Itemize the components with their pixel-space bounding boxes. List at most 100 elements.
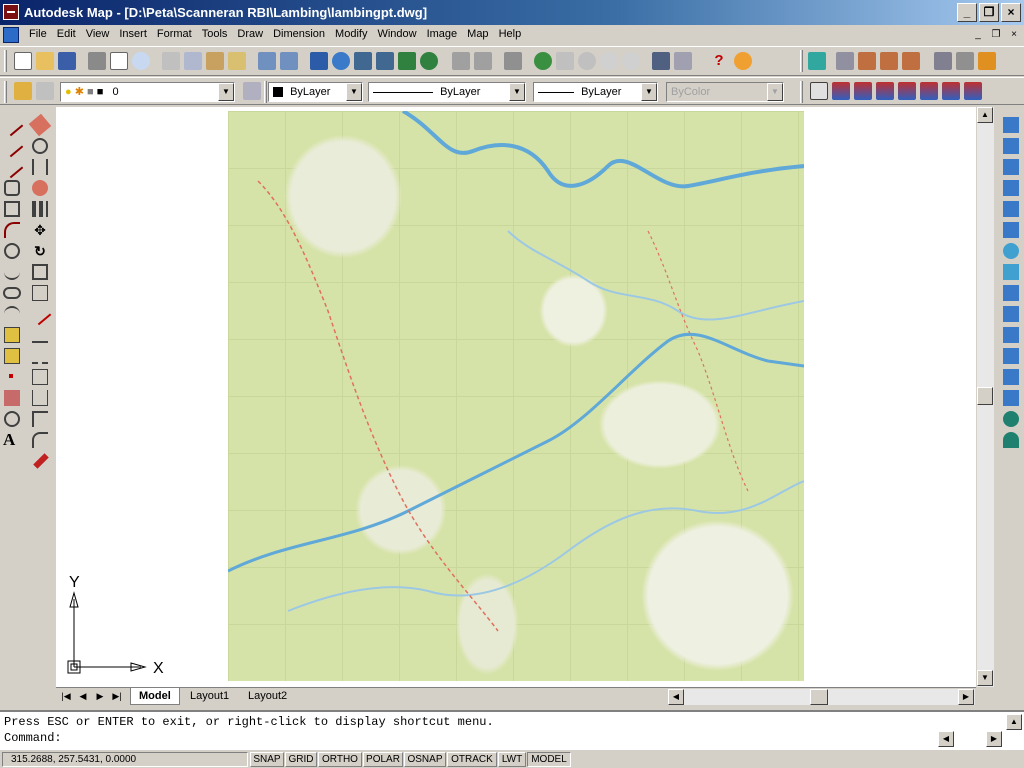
drawing-canvas[interactable]: Y X — [56, 107, 976, 687]
map-tool-10-icon[interactable] — [1003, 306, 1019, 322]
command-window[interactable]: Press ESC or ENTER to exit, or right-cli… — [0, 710, 1024, 750]
linetype-dropdown[interactable]: ByLayer ▼ — [368, 82, 526, 102]
theme-style-icon[interactable] — [920, 82, 938, 100]
theme-alt-icon[interactable] — [854, 82, 872, 100]
explode-icon[interactable] — [33, 453, 49, 469]
model-toggle[interactable]: MODEL — [527, 752, 571, 767]
circle-icon[interactable] — [4, 243, 20, 259]
menu-map[interactable]: Map — [462, 28, 493, 40]
move-icon[interactable]: ✥ — [32, 222, 48, 238]
chevron-down-icon[interactable]: ▼ — [641, 83, 657, 101]
undo-icon[interactable] — [258, 52, 276, 70]
distance-icon[interactable] — [504, 52, 522, 70]
doc-minimize-button[interactable]: _ — [970, 28, 986, 42]
ellipse-arc-icon[interactable] — [4, 306, 20, 322]
horizontal-scrollbar[interactable]: ◀ ▶ — [668, 689, 975, 705]
next-tab-button[interactable]: ▶ — [92, 689, 108, 704]
erase-icon[interactable] — [28, 113, 52, 137]
make-block-icon[interactable] — [4, 348, 20, 364]
dbconnect-icon[interactable] — [332, 52, 350, 70]
theme-layer-icon[interactable] — [876, 82, 894, 100]
map-tool-11-icon[interactable] — [1003, 327, 1019, 343]
arc-icon[interactable] — [4, 222, 20, 238]
map-tool-9-icon[interactable] — [1003, 285, 1019, 301]
previous-tab-button[interactable]: ◀ — [75, 689, 91, 704]
map-tool-12-icon[interactable] — [1003, 348, 1019, 364]
minimize-button[interactable]: _ — [957, 3, 977, 22]
toolbar-grip[interactable] — [264, 81, 267, 103]
open-folder-icon[interactable] — [36, 52, 54, 70]
ucs-icon[interactable] — [474, 52, 492, 70]
lwt-toggle[interactable]: LWT — [498, 752, 526, 767]
theme-icon[interactable] — [832, 82, 850, 100]
fillet-icon[interactable] — [32, 432, 48, 448]
map-tool-3-icon[interactable] — [1003, 159, 1019, 175]
menu-format[interactable]: Format — [152, 28, 197, 40]
zoom-realtime-icon[interactable] — [556, 52, 574, 70]
map-tool-7-icon[interactable] — [1003, 243, 1019, 259]
make-object-layer-current-icon[interactable] — [36, 82, 54, 100]
map-tool-14-icon[interactable] — [1003, 390, 1019, 406]
chevron-down-icon[interactable]: ▼ — [218, 83, 234, 101]
link-icon[interactable] — [978, 52, 996, 70]
construction-line-icon[interactable] — [0, 134, 24, 158]
map-tool-5-icon[interactable] — [1003, 201, 1019, 217]
theme-export-icon[interactable] — [964, 82, 982, 100]
app-icon[interactable] — [3, 4, 19, 20]
chamfer-icon[interactable] — [32, 411, 48, 427]
menu-view[interactable]: View — [81, 28, 115, 40]
map-tool-6-icon[interactable] — [1003, 222, 1019, 238]
scroll-thumb[interactable] — [977, 387, 993, 405]
command-scroll-right-button[interactable]: ▶ — [986, 731, 1002, 747]
chevron-down-icon[interactable]: ▼ — [346, 83, 362, 101]
map-document-icon[interactable] — [810, 82, 828, 100]
text-icon[interactable]: A — [3, 431, 19, 448]
ellipse-icon[interactable] — [3, 287, 21, 299]
array-icon[interactable] — [32, 201, 48, 217]
lineweight-dropdown[interactable]: ByLayer ▼ — [533, 82, 658, 102]
scroll-left-button[interactable]: ◀ — [668, 689, 684, 705]
osnap-toggle[interactable]: OSNAP — [404, 752, 446, 767]
trim-icon[interactable] — [32, 327, 48, 343]
coordinate-display[interactable]: 315.2688, 257.5431, 0.0000 — [2, 752, 248, 767]
menu-draw[interactable]: Draw — [232, 28, 268, 40]
hscroll-thumb[interactable] — [810, 689, 828, 705]
redo-icon[interactable] — [280, 52, 298, 70]
chevron-down-icon[interactable]: ▼ — [509, 83, 525, 101]
offset-icon[interactable] — [32, 180, 48, 196]
command-scroll-up-button[interactable]: ▲ — [1006, 714, 1022, 730]
lengthen-icon[interactable] — [28, 302, 52, 326]
trace-icon[interactable] — [880, 52, 898, 70]
toolbar-grip[interactable] — [800, 50, 803, 72]
command-scroll-left-button[interactable]: ◀ — [938, 731, 954, 747]
zoom-extents-icon[interactable] — [622, 52, 640, 70]
edit-object-data-icon[interactable] — [836, 52, 854, 70]
doc-restore-button[interactable]: ❐ — [988, 28, 1004, 42]
globe-grid-icon[interactable] — [1003, 432, 1019, 448]
close-button[interactable]: × — [1001, 3, 1021, 22]
define-query-icon[interactable] — [420, 52, 438, 70]
polyline-icon[interactable] — [0, 155, 24, 179]
detach-drawing-icon[interactable] — [376, 52, 394, 70]
save-icon[interactable] — [58, 52, 76, 70]
menu-insert[interactable]: Insert — [114, 28, 152, 40]
menu-help[interactable]: Help — [494, 28, 527, 40]
map-explorer-icon[interactable] — [734, 52, 752, 70]
scroll-down-button[interactable]: ▼ — [977, 670, 993, 686]
snap-toggle[interactable]: SNAP — [250, 752, 284, 767]
color-dropdown[interactable]: ByLayer ▼ — [268, 82, 363, 102]
tab-layout1[interactable]: Layout1 — [182, 688, 237, 705]
scroll-right-button[interactable]: ▶ — [958, 689, 974, 705]
layer-manager-icon[interactable] — [14, 82, 32, 100]
globe-icon[interactable] — [1003, 411, 1019, 427]
scroll-up-button[interactable]: ▲ — [977, 107, 993, 123]
pan-icon[interactable] — [534, 52, 552, 70]
hatch-icon[interactable] — [4, 390, 20, 406]
map-tool-4-icon[interactable] — [1003, 180, 1019, 196]
document-icon[interactable] — [3, 27, 19, 43]
menu-modify[interactable]: Modify — [330, 28, 372, 40]
paste-icon[interactable] — [206, 52, 224, 70]
map-tool-2-icon[interactable] — [1003, 138, 1019, 154]
break-at-point-icon[interactable] — [32, 390, 48, 406]
insert-block-icon[interactable] — [4, 327, 20, 343]
